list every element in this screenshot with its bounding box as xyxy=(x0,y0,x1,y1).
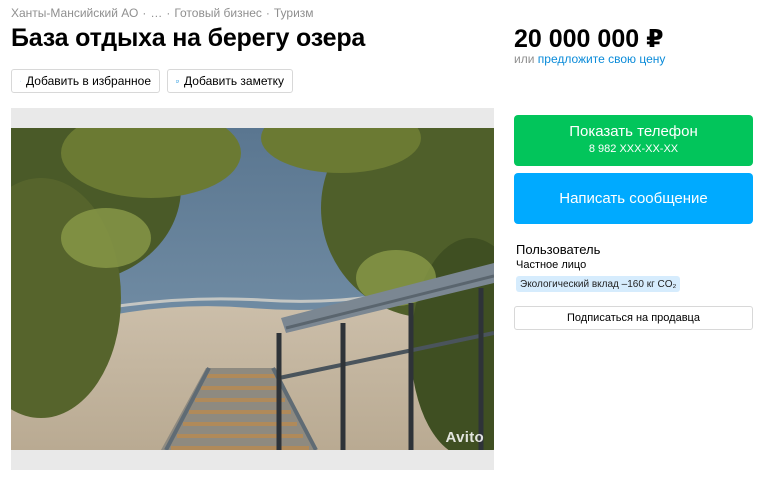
subscribe-to-seller-button[interactable]: Подписаться на продавца xyxy=(514,306,753,330)
avito-watermark: Avito xyxy=(445,429,484,446)
show-phone-button[interactable]: Показать телефон 8 982 XXX-XX-XX xyxy=(514,115,753,166)
price-offer-line: или предложите свою цену xyxy=(514,52,665,66)
breadcrumb-separator: · xyxy=(142,6,147,20)
breadcrumb-subcategory[interactable]: Туризм xyxy=(274,6,314,20)
listing-photo[interactable] xyxy=(11,128,494,450)
breadcrumb-separator: · xyxy=(166,6,171,20)
add-to-favorites-button[interactable]: Добавить в избранное xyxy=(11,69,160,93)
breadcrumb-category[interactable]: Готовый бизнес xyxy=(174,6,262,20)
offer-price-link[interactable]: предложите свою цену xyxy=(538,52,666,66)
seller-type: Частное лицо xyxy=(516,259,587,271)
heart-icon xyxy=(20,80,22,82)
seller-name[interactable]: Пользователь xyxy=(516,242,600,257)
breadcrumb-region[interactable]: Ханты-Мансийский АО xyxy=(11,6,138,20)
note-icon xyxy=(176,79,179,83)
photo-gallery[interactable]: Avito xyxy=(11,108,494,470)
price-or-text: или xyxy=(514,52,535,66)
breadcrumb: Ханты-Мансийский АО ·… · Готовый бизнес · Тур… xyxy=(11,6,314,20)
breadcrumb-separator: · xyxy=(265,6,270,20)
listing-title: База отдыха на берегу озера xyxy=(11,24,366,52)
write-message-button[interactable]: Написать сообщение xyxy=(514,173,753,224)
add-note-button[interactable]: Добавить заметку xyxy=(167,69,293,93)
add-to-favorites-label: Добавить в избранное xyxy=(26,74,151,88)
show-phone-label: Показать телефон xyxy=(569,123,698,140)
price: 20 000 000 ₽ xyxy=(514,25,664,53)
breadcrumb-ellipsis[interactable]: … xyxy=(150,6,162,20)
add-note-label: Добавить заметку xyxy=(184,74,284,88)
masked-phone-number: 8 982 XXX-XX-XX xyxy=(588,143,679,155)
eco-contribution-badge[interactable]: Экологический вклад –160 кг CO₂ xyxy=(516,276,681,292)
